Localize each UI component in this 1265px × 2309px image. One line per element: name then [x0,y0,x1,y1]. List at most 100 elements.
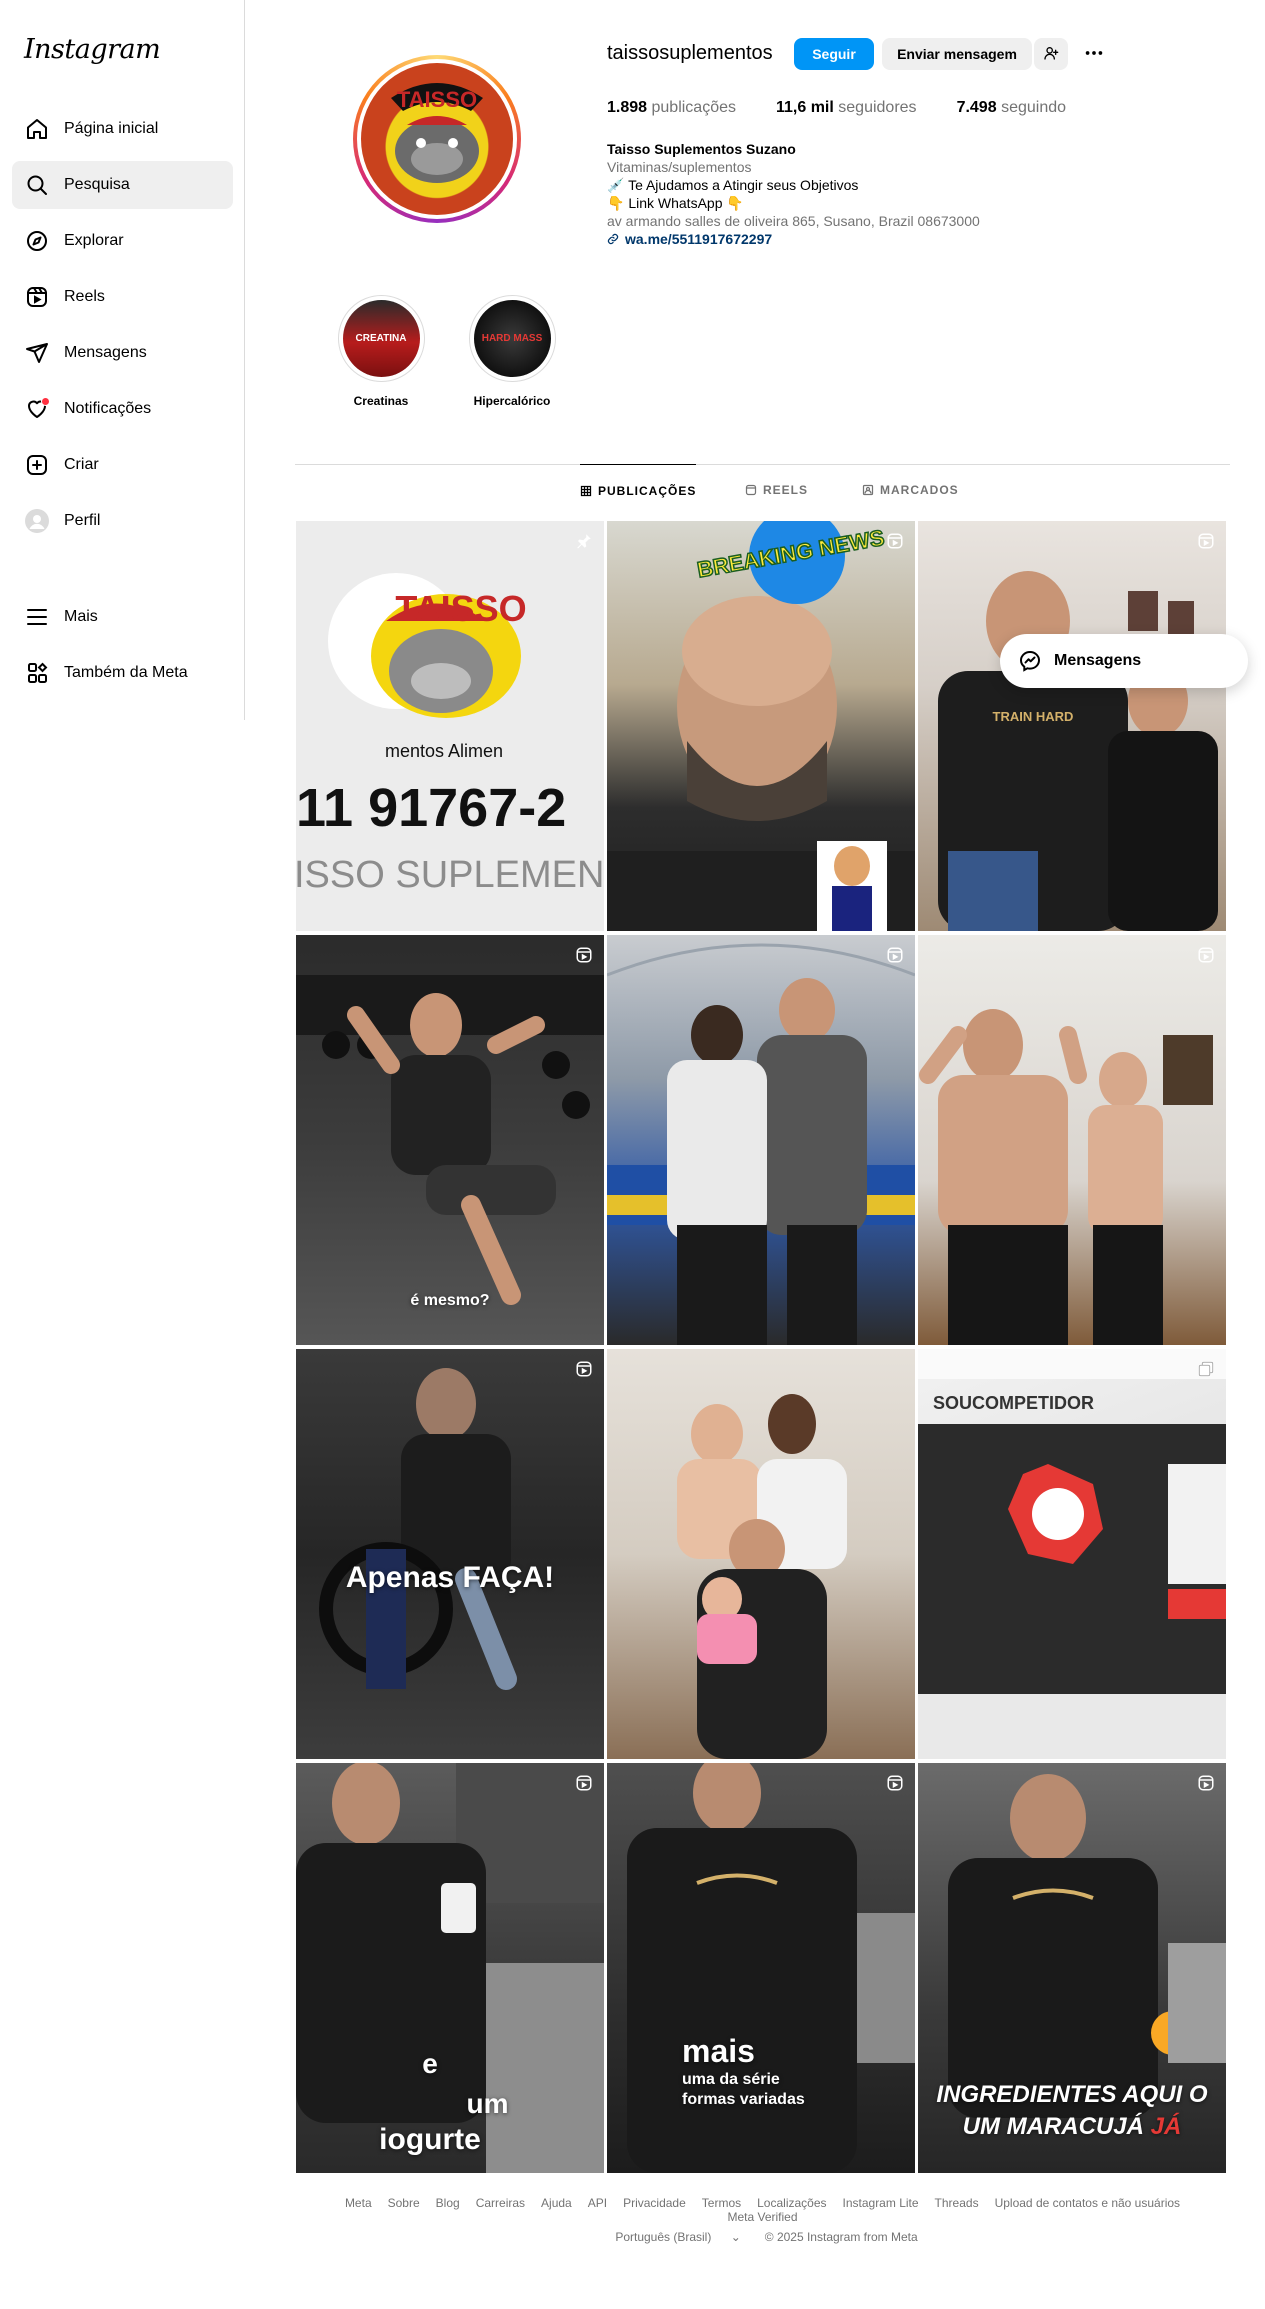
sidebar-item-home[interactable]: Página inicial [12,105,233,153]
footer-link[interactable]: Termos [702,2196,741,2210]
sidebar-item-label: Mensagens [64,344,147,361]
post-caption: INGREDIENTES AQUI O [936,2081,1208,2108]
sidebar-item-notifications[interactable]: Notificações [12,385,233,433]
highlight-cover: HARD MASS [473,300,551,377]
post-item[interactable]: Apenas FAÇA! [296,1349,604,1759]
heart-icon [24,396,50,422]
sidebar-item-reels[interactable]: Reels [12,273,233,321]
sidebar-item-label: Reels [64,288,105,305]
post-item[interactable]: INGREDIENTES AQUI O UM MARACUJÁ JÁ [918,1763,1226,2173]
post-image: TAISSO mentos Alimen 11 91767-2 ISSO SUP… [296,573,604,896]
highlight-creatinas[interactable]: CREATINA Creatinas [331,295,431,408]
link-icon [607,233,619,245]
post-image: SOUCOMPETIDOR [918,1349,1226,1759]
reel-icon [574,945,594,965]
tab-tagged[interactable]: MARCADOS [862,464,959,516]
suggest-user-button[interactable] [1034,38,1068,70]
post-image: BREAKING NEWS [607,521,915,931]
sidebar-item-label: Notificações [64,400,152,417]
floating-messages-button[interactable]: Mensagens [1000,634,1248,688]
notification-badge [41,397,50,406]
sidebar-item-label: Pesquisa [64,176,130,193]
highlight-hipercalorico[interactable]: HARD MASS Hipercalórico [462,295,562,408]
instagram-logo[interactable]: Instagram [24,34,161,65]
post-item[interactable] [607,1349,915,1759]
sidebar-item-messages[interactable]: Mensagens [12,329,233,377]
footer-links: Meta Sobre Blog Carreiras Ajuda API Priv… [295,2196,1230,2224]
footer-link[interactable]: Ajuda [541,2196,572,2210]
bio-line: 👇 Link WhatsApp 👇 [607,195,744,211]
post-caption: é mesmo? [410,1292,490,1309]
more-options-button[interactable] [1080,40,1108,68]
post-item[interactable] [607,935,915,1345]
highlight-label: Hipercalórico [473,394,551,408]
footer-link[interactable]: Threads [935,2196,979,2210]
footer-link[interactable]: Meta [345,2196,372,2210]
carousel-icon [1196,1359,1216,1379]
bio-line: 💉 Te Ajudamos a Atingir seus Objetivos [607,177,859,193]
footer-link[interactable]: Instagram Lite [843,2196,919,2210]
tab-posts[interactable]: PUBLICAÇÕES [580,464,697,516]
svg-text:11 91767-2: 11 91767-2 [296,778,566,838]
post-image [677,1394,847,1759]
post-caption: um [466,2088,509,2119]
sidebar-item-label: Página inicial [64,120,159,137]
post-item[interactable]: é mesmo? [296,935,604,1345]
add-user-icon [1043,45,1059,64]
footer-link[interactable]: API [588,2196,607,2210]
footer-link[interactable]: Privacidade [623,2196,686,2210]
post-item[interactable] [918,935,1226,1345]
reel-icon [574,1359,594,1379]
post-item[interactable]: e um iogurte [296,1763,604,2173]
post-image [319,1368,517,1690]
reel-icon [885,1773,905,1793]
profile-link[interactable]: wa.me/5511917672297 [607,230,980,248]
post-image [948,1774,1226,2118]
tagged-icon [862,484,874,496]
post-image [919,1009,1213,1345]
post-item[interactable]: mais uma da série formas variadas [607,1763,915,2173]
home-icon [24,116,50,142]
sidebar-item-profile[interactable]: Perfil [12,497,233,545]
footer-link[interactable]: Blog [436,2196,460,2210]
sidebar-item-more[interactable]: Mais [12,593,233,641]
profile-display-name: Taisso Suplementos Suzano [607,141,796,157]
posts-count: 1.898 publicações [607,99,736,116]
post-item[interactable]: TAISSO mentos Alimen 11 91767-2 ISSO SUP… [296,521,604,931]
post-image [607,943,915,1345]
search-icon [24,172,50,198]
send-icon [24,340,50,366]
reel-icon [1196,945,1216,965]
reel-icon [885,531,905,551]
profile-avatar[interactable]: TAISSO [353,55,521,223]
profile-stats: 1.898 publicações 11,6 mil seguidores 7.… [607,99,1106,117]
sidebar-item-explore[interactable]: Explorar [12,217,233,265]
footer-link[interactable]: Localizações [757,2196,826,2210]
footer-link[interactable]: Carreiras [476,2196,525,2210]
sidebar-item-meta[interactable]: Também da Meta [12,649,233,697]
post-caption: uma da série [682,2071,780,2088]
post-item[interactable]: BREAKING NEWS [607,521,915,931]
profile-category: Vitaminas/suplementos [607,159,752,175]
following-count[interactable]: 7.498 seguindo [957,99,1066,117]
follow-button[interactable]: Seguir [794,38,874,70]
post-image [627,1763,915,2173]
post-item[interactable]: TRAIN HARD [918,521,1226,931]
send-message-button[interactable]: Enviar mensagem [882,38,1032,70]
svg-text:TRAIN HARD: TRAIN HARD [993,709,1074,724]
footer-link[interactable]: Upload de contatos e não usuários [995,2196,1180,2210]
post-item[interactable]: SOUCOMPETIDOR [918,1349,1226,1759]
reel-icon [885,945,905,965]
menu-icon [24,604,50,630]
more-horizontal-icon [1083,42,1105,67]
followers-count[interactable]: 11,6 mil seguidores [776,99,917,117]
sidebar-item-search[interactable]: Pesquisa [12,161,233,209]
sidebar-item-create[interactable]: Criar [12,441,233,489]
compass-icon [24,228,50,254]
tab-reels[interactable]: REELS [745,464,808,516]
footer-link[interactable]: Sobre [388,2196,420,2210]
footer-link[interactable]: Meta Verified [727,2210,797,2224]
profile-address[interactable]: av armando salles de oliveira 865, Susan… [607,212,980,230]
language-select[interactable]: Português (Brasil) ⌄ [607,2230,748,2244]
reel-icon [1196,531,1216,551]
